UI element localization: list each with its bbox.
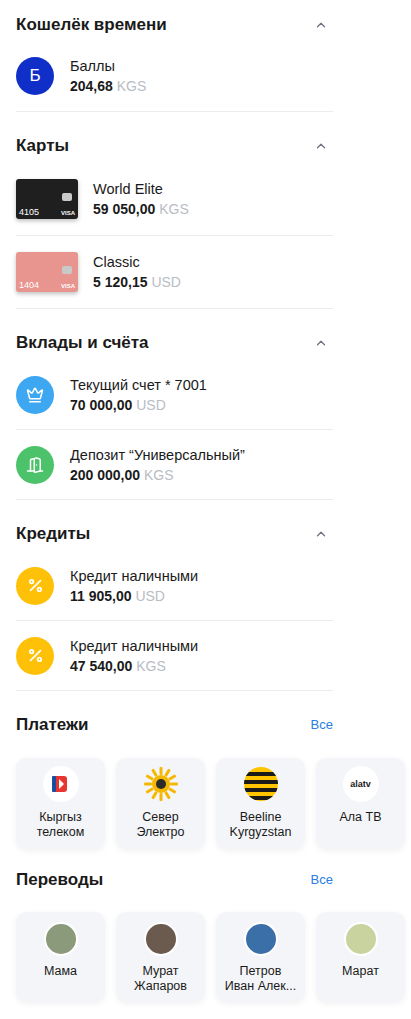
item-amount: 47 540,00 KGS (70, 656, 198, 676)
loan-row[interactable]: Кредит наличными47 540,00 KGS (16, 621, 333, 691)
transfer-tile[interactable]: Мама (16, 912, 105, 1002)
item-name: Кредит наличными (70, 636, 198, 656)
avatar (44, 922, 78, 956)
payments-list: КыргызтелекомСеверЭлектроBeelineKyrgyzst… (16, 758, 411, 849)
section: Вклады и счётаТекущий счет * 700170 000,… (16, 309, 333, 500)
kyrgyztelecom-logo-icon (43, 766, 79, 802)
transfers-header: ПереводыВсе (16, 849, 333, 912)
beeline-logo-icon (243, 766, 279, 802)
card-row[interactable]: 1404VISA Classic5 120,15 USD (16, 236, 333, 309)
payments-header: ПлатежиВсе (16, 691, 333, 758)
loan-row[interactable]: Кредит наличными11 905,00 USD (16, 551, 333, 621)
item-amount: 204,68 KGS (70, 76, 146, 96)
item-amount: 70 000,00 USD (70, 395, 207, 415)
chevron-up-icon[interactable] (314, 336, 328, 350)
item-name: Депозит “Универсальный” (70, 445, 245, 465)
item-name: Баллы (70, 56, 146, 76)
item-amount: 59 050,00 KGS (93, 199, 189, 219)
item-name: Кредит наличными (70, 566, 198, 586)
item-amount: 200 000,00 KGS (70, 465, 245, 485)
payment-tile[interactable]: BeelineKyrgyzstan (216, 758, 305, 849)
all-link[interactable]: Все (311, 715, 333, 735)
sun-logo-icon (143, 766, 179, 802)
app: Кошелёк времениББаллы204,68 KGSКарты4105… (0, 0, 411, 1019)
transfers-list: МамаМуратЖапаровПетровИван Алек...Марат (16, 912, 411, 1002)
deposit-icon (16, 446, 54, 484)
alatv-logo-icon: alatv (343, 766, 379, 802)
section-header[interactable]: Карты (16, 112, 333, 163)
account-icon (16, 376, 54, 414)
loan-icon (16, 567, 54, 605)
avatar (344, 922, 378, 956)
transfer-tile[interactable]: ПетровИван Алек... (216, 912, 305, 1002)
transfer-tile[interactable]: МуратЖапаров (116, 912, 205, 1002)
avatar (144, 922, 178, 956)
points-row[interactable]: Б Баллы204,68 KGS (16, 40, 333, 112)
payment-tile[interactable]: alatvАла ТВ (316, 758, 405, 849)
item-name: Classic (93, 252, 181, 272)
item-name: World Elite (93, 179, 189, 199)
card-image: 1404VISA (16, 252, 78, 292)
section-header[interactable]: Вклады и счёта (16, 309, 333, 360)
points-icon: Б (16, 57, 54, 95)
section: КредитыКредит наличными11 905,00 USDКред… (16, 500, 333, 691)
chevron-up-icon[interactable] (314, 18, 328, 32)
card-row[interactable]: 4105VISA World Elite59 050,00 KGS (16, 163, 333, 236)
card-image: 4105VISA (16, 179, 78, 219)
chevron-up-icon[interactable] (314, 139, 328, 153)
payment-tile[interactable]: СеверЭлектро (116, 758, 205, 849)
item-amount: 5 120,15 USD (93, 272, 181, 292)
section-header[interactable]: Кошелёк времени (16, 0, 333, 40)
item-amount: 11 905,00 USD (70, 586, 198, 606)
all-link[interactable]: Все (311, 870, 333, 890)
section-header[interactable]: Кредиты (16, 500, 333, 551)
section: Карты 4105VISA World Elite59 050,00 KGS 140… (16, 112, 333, 309)
deposit-row[interactable]: Депозит “Универсальный”200 000,00 KGS (16, 430, 333, 500)
item-name: Текущий счет * 7001 (70, 375, 207, 395)
payment-tile[interactable]: Кыргызтелеком (16, 758, 105, 849)
transfer-tile[interactable]: Марат (316, 912, 405, 1002)
loan-icon (16, 637, 54, 675)
account-row[interactable]: Текущий счет * 700170 000,00 USD (16, 360, 333, 430)
section: Кошелёк времени Б Баллы204,68 KGS (16, 0, 333, 112)
chevron-up-icon[interactable] (314, 527, 328, 541)
avatar (244, 922, 278, 956)
